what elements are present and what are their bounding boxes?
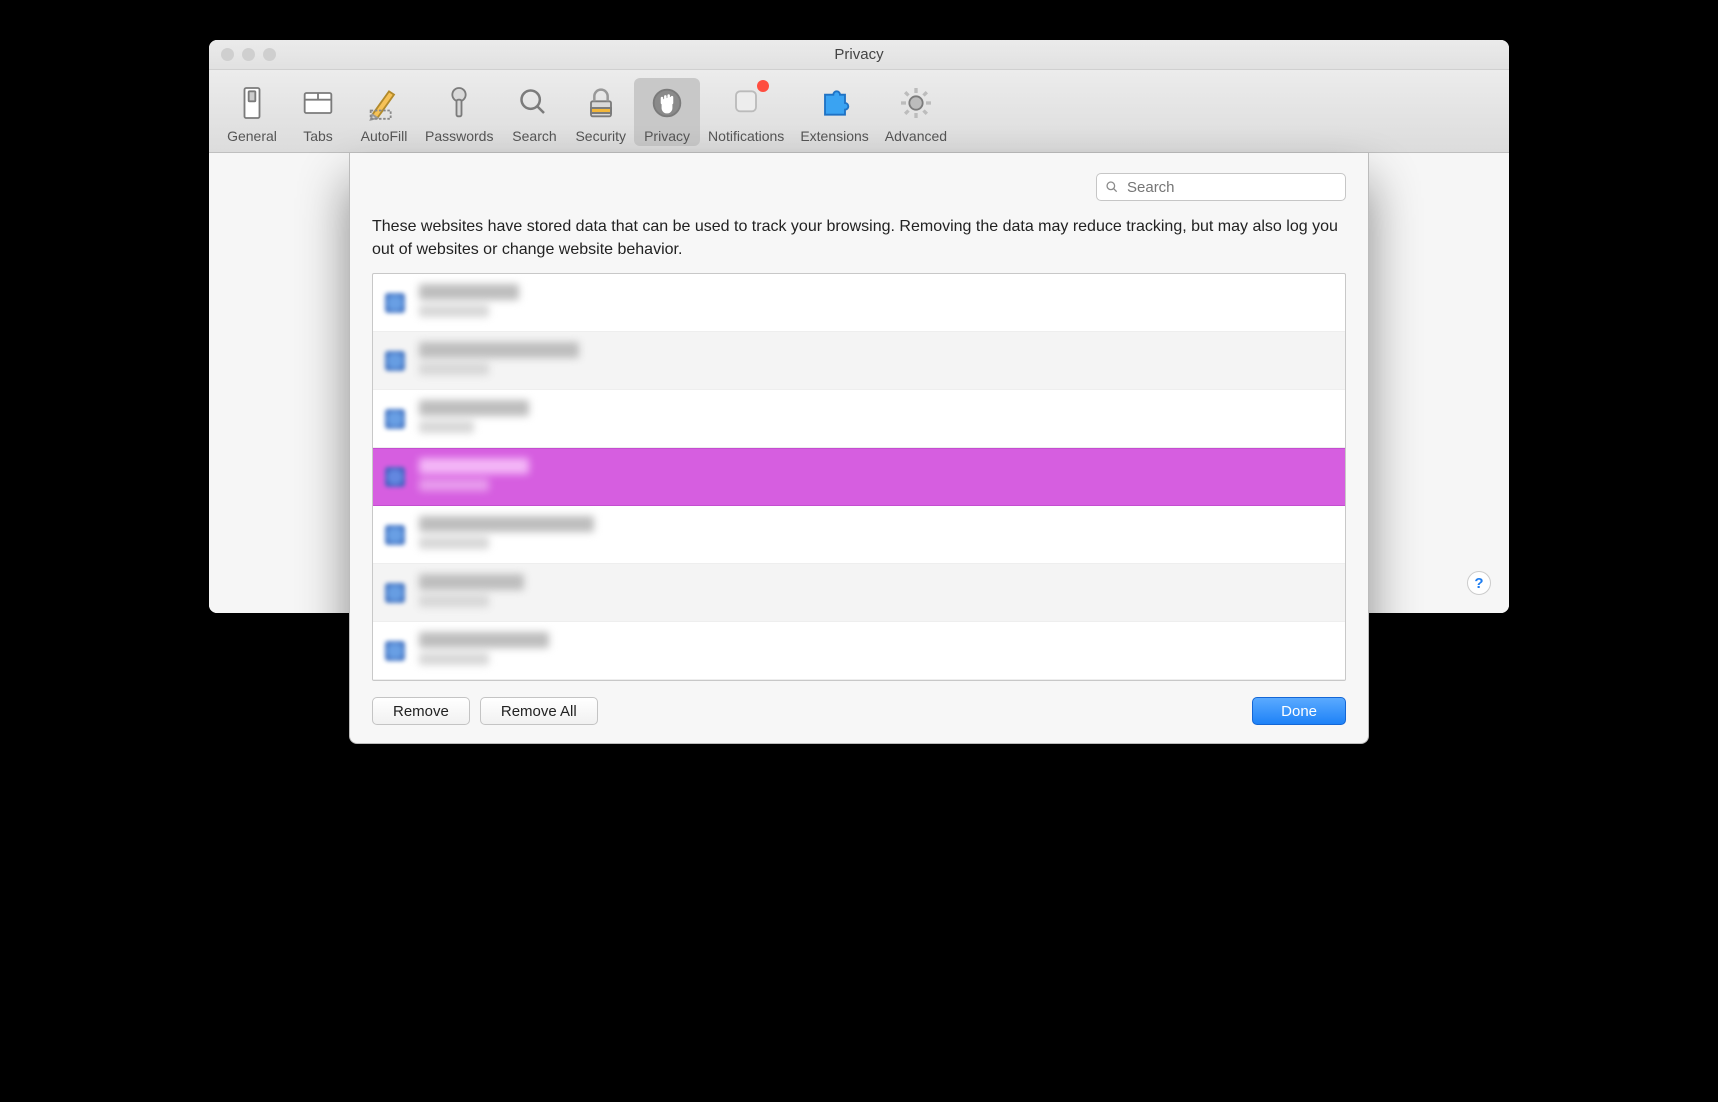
toolbar-tab-label: Security [575,128,626,144]
close-window-button[interactable] [221,48,234,61]
toolbar-tab-label: Tabs [303,128,333,144]
puzzle-icon [814,82,856,124]
toolbar-tab-privacy[interactable]: Privacy [634,78,700,146]
help-icon: ? [1474,575,1483,592]
website-data-kind: ███████ [419,363,489,375]
site-favicon [385,293,405,313]
gear-icon [895,82,937,124]
pencil-icon [363,82,405,124]
switch-icon [231,82,273,124]
search-icon [1105,180,1119,194]
website-domain: ████.███ [419,458,529,474]
minimize-window-button[interactable] [242,48,255,61]
website-domain: ███.███.███ [419,632,549,648]
toolbar-tab-general[interactable]: General [219,78,285,146]
remove-all-button[interactable]: Remove All [480,697,598,725]
toolbar-tab-label: Privacy [644,128,690,144]
website-row-text: ████.███ ███████ [419,458,1333,496]
toolbar-tab-label: AutoFill [361,128,408,144]
website-row[interactable]: ███.███.███ ███████ [373,622,1345,680]
toolbar-tab-label: General [227,128,277,144]
website-row[interactable]: ████.███ ███████ [373,448,1345,506]
website-row[interactable]: ████.com ███████ [373,274,1345,332]
titlebar: Privacy [209,40,1509,70]
remove-button[interactable]: Remove [372,697,470,725]
website-row[interactable]: █████████.██.██ ███████ [373,506,1345,564]
zoom-window-button[interactable] [263,48,276,61]
website-row[interactable]: ██.██.███.███ ███████ [373,332,1345,390]
button-bar: Remove Remove All Done [372,697,1346,725]
toolbar-tab-security[interactable]: Security [567,78,634,146]
square-icon [725,82,767,124]
window-title: Privacy [209,46,1509,63]
website-data-sheet: These websites have stored data that can… [349,153,1369,744]
website-row-text: █████████.██.██ ███████ [419,516,1333,554]
website-domain: ████.███ [419,400,529,416]
website-row[interactable]: ███.com ███████ [373,564,1345,622]
site-favicon [385,525,405,545]
website-data-kind: ███████ [419,595,489,607]
site-favicon [385,583,405,603]
toolbar-tab-extensions[interactable]: Extensions [792,78,876,146]
preferences-content: ? These websites have stored data that c… [209,153,1509,613]
toolbar-tab-label: Search [512,128,556,144]
preferences-toolbar: General Tabs AutoFill Passwords Search Securi… [209,70,1509,153]
hand-icon [646,82,688,124]
website-domain: █████████.██.██ [419,516,594,532]
site-favicon [385,641,405,661]
website-data-list: ████.com█████████.██.███.██████████████.… [372,273,1346,681]
website-domain: ███.com [419,574,524,590]
website-row-text: ████.███ ████ [419,400,1333,438]
website-data-kind: ████ [419,421,474,433]
notification-badge [757,80,769,92]
toolbar-tab-autofill[interactable]: AutoFill [351,78,417,146]
key-icon [438,82,480,124]
search-row [372,173,1346,201]
website-row-text: ██.██.███.███ ███████ [419,342,1333,380]
website-data-kind: ███████ [419,653,489,665]
website-row-text: ███.com ███████ [419,574,1333,612]
tabs-icon [297,82,339,124]
help-button[interactable]: ? [1467,571,1491,595]
website-row-text: ████.com ███████ [419,284,1333,322]
website-domain: ████.com [419,284,519,300]
toolbar-tab-label: Extensions [800,128,868,144]
website-data-kind: ███████ [419,305,489,317]
toolbar-tab-passwords[interactable]: Passwords [417,78,501,146]
toolbar-tab-label: Passwords [425,128,493,144]
site-favicon [385,351,405,371]
padlock-icon [580,82,622,124]
search-input[interactable] [1125,178,1337,197]
website-data-kind: ███████ [419,537,489,549]
website-row[interactable]: ████.███ ████ [373,390,1345,448]
description-text: These websites have stored data that can… [372,215,1346,261]
site-favicon [385,409,405,429]
website-data-kind: ███████ [419,479,489,491]
toolbar-tab-notifications[interactable]: Notifications [700,78,792,146]
search-field[interactable] [1096,173,1346,201]
done-button[interactable]: Done [1252,697,1346,725]
toolbar-tab-tabs[interactable]: Tabs [285,78,351,146]
toolbar-tab-label: Advanced [885,128,947,144]
toolbar-tab-advanced[interactable]: Advanced [877,78,955,146]
window-controls [221,48,276,61]
site-favicon [385,467,405,487]
website-row-text: ███.███.███ ███████ [419,632,1333,670]
magnifier-icon [513,82,555,124]
website-domain: ██.██.███.███ [419,342,579,358]
toolbar-tab-label: Notifications [708,128,784,144]
toolbar-tab-search[interactable]: Search [501,78,567,146]
preferences-window: Privacy General Tabs AutoFill Passwords Sear… [209,40,1509,613]
